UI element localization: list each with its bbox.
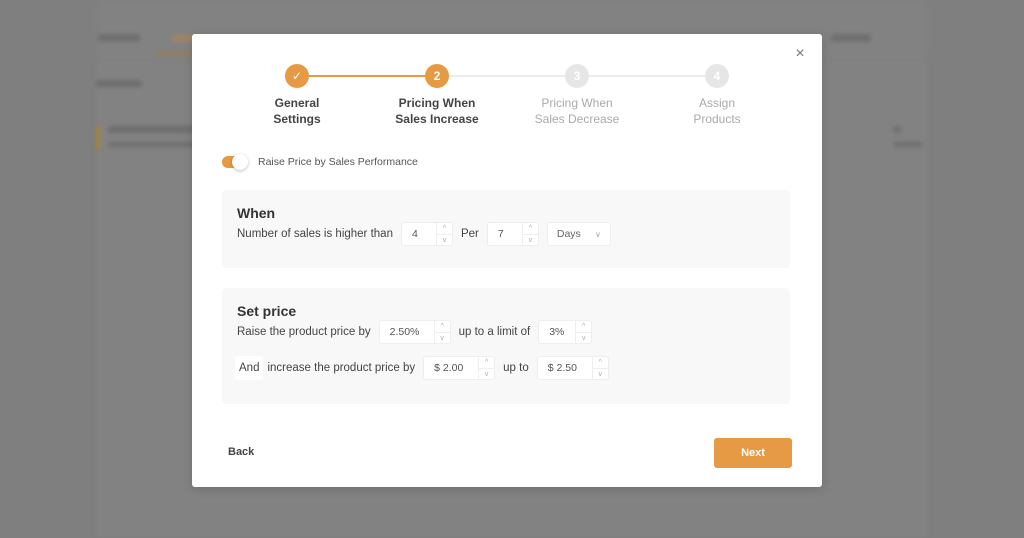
increase-amount-stepper[interactable]: $ 2.00 ^ v — [423, 356, 496, 380]
chevron-up-icon[interactable]: ^ — [435, 321, 450, 332]
raise-percent-row: Raise the product price by 2.50% ^ v up t… — [237, 320, 600, 344]
close-icon[interactable]: × — [792, 46, 808, 62]
step-4-label-line1: Assign — [698, 96, 736, 110]
period-unit-select[interactable]: Days ∨ — [546, 222, 611, 246]
back-button[interactable]: Back — [228, 446, 254, 458]
step-3-label: Pricing When Sales Decrease — [517, 95, 637, 127]
set-price-title: Set price — [237, 303, 297, 319]
raise-percent-value[interactable]: 2.50% — [380, 321, 434, 343]
next-button[interactable]: Next — [714, 438, 792, 468]
chevron-down-icon[interactable]: v — [592, 368, 608, 380]
sales-count-value[interactable]: 4 — [402, 223, 436, 245]
step-1-label: General Settings — [237, 95, 357, 127]
step-1-label-line1: General — [274, 96, 320, 110]
sales-count-stepper[interactable]: 4 ^ v — [400, 222, 453, 246]
chevron-down-icon[interactable]: v — [576, 332, 592, 344]
step-4-circle[interactable]: 4 — [705, 64, 729, 88]
upto-amount-value[interactable]: $ 2.50 — [538, 357, 592, 379]
chevron-up-icon[interactable]: ^ — [576, 321, 591, 332]
step-1-check-icon[interactable]: ✓ — [285, 64, 309, 88]
upto-amount-stepper[interactable]: $ 2.50 ^ v — [536, 356, 609, 380]
period-count-value[interactable]: 7 — [488, 223, 522, 245]
bg-tab — [831, 34, 871, 42]
limit-percent-spin: ^ v — [575, 321, 592, 344]
chevron-up-icon[interactable]: ^ — [593, 357, 608, 368]
raise-price-toggle-label: Raise Price by Sales Performance — [258, 156, 418, 168]
step-3-label-line1: Pricing When — [541, 96, 613, 110]
raise-price-toggle-row: Raise Price by Sales Performance — [222, 154, 418, 170]
period-unit-value: Days — [556, 228, 581, 240]
bg-tab-underline — [156, 52, 196, 55]
and-label: And — [235, 356, 264, 380]
increase-amount-spin: ^ v — [478, 357, 495, 380]
raise-price-toggle[interactable] — [222, 154, 248, 170]
step-3-label-line2: Sales Decrease — [534, 112, 620, 126]
limit-percent-value[interactable]: 3% — [539, 321, 575, 343]
increase-amount-row: And increase the product price by $ 2.00… — [235, 356, 617, 380]
limit-percent-stepper[interactable]: 3% ^ v — [538, 320, 593, 344]
period-count-stepper[interactable]: 7 ^ v — [486, 222, 539, 246]
period-count-spin: ^ v — [521, 223, 538, 246]
chevron-up-icon[interactable]: ^ — [523, 223, 538, 234]
step-3-circle[interactable]: 3 — [565, 64, 589, 88]
step-2-circle[interactable]: 2 — [425, 64, 449, 88]
sales-count-spin: ^ v — [435, 223, 452, 246]
chevron-down-icon[interactable]: v — [522, 234, 538, 246]
toggle-knob — [232, 154, 248, 170]
step-2-label: Pricing When Sales Increase — [377, 95, 497, 127]
when-title: When — [237, 205, 276, 221]
when-row: Number of sales is higher than 4 ^ v Per … — [237, 222, 611, 246]
pricing-wizard-modal: × ✓ 2 3 4 General Settings Pricing When … — [192, 34, 822, 487]
increase-amount-text: increase the product price by — [267, 362, 416, 374]
limit-text: up to a limit of — [458, 326, 531, 338]
chevron-up-icon[interactable]: ^ — [479, 357, 494, 368]
step-1-label-line2: Settings — [273, 112, 321, 126]
step-2-label-line2: Sales Increase — [395, 112, 479, 126]
per-label: Per — [460, 228, 479, 240]
step-connector-done — [297, 75, 437, 77]
raise-percent-spin: ^ v — [433, 321, 450, 344]
upto-amount-spin: ^ v — [591, 357, 608, 380]
set-price-panel: Set price Raise the product price by 2.5… — [222, 288, 790, 404]
chevron-up-icon[interactable]: ^ — [437, 223, 452, 234]
when-panel: When Number of sales is higher than 4 ^ v… — [222, 190, 790, 268]
bg-tab — [98, 34, 140, 42]
increase-amount-value[interactable]: $ 2.00 — [424, 357, 478, 379]
upto-text: up to — [503, 362, 529, 374]
step-2-label-line1: Pricing When — [398, 96, 476, 110]
step-4-label-line2: Products — [693, 112, 741, 126]
wizard-stepper: ✓ 2 3 4 General Settings Pricing When Sa… — [252, 64, 742, 134]
chevron-down-icon[interactable]: v — [436, 234, 452, 246]
chevron-down-icon: ∨ — [595, 229, 601, 239]
raise-percent-text: Raise the product price by — [237, 326, 371, 338]
raise-percent-stepper[interactable]: 2.50% ^ v — [378, 320, 451, 344]
step-4-label: Assign Products — [657, 95, 777, 127]
chevron-down-icon[interactable]: v — [434, 332, 450, 344]
sales-condition-text: Number of sales is higher than — [237, 228, 393, 240]
chevron-down-icon[interactable]: v — [479, 368, 495, 380]
